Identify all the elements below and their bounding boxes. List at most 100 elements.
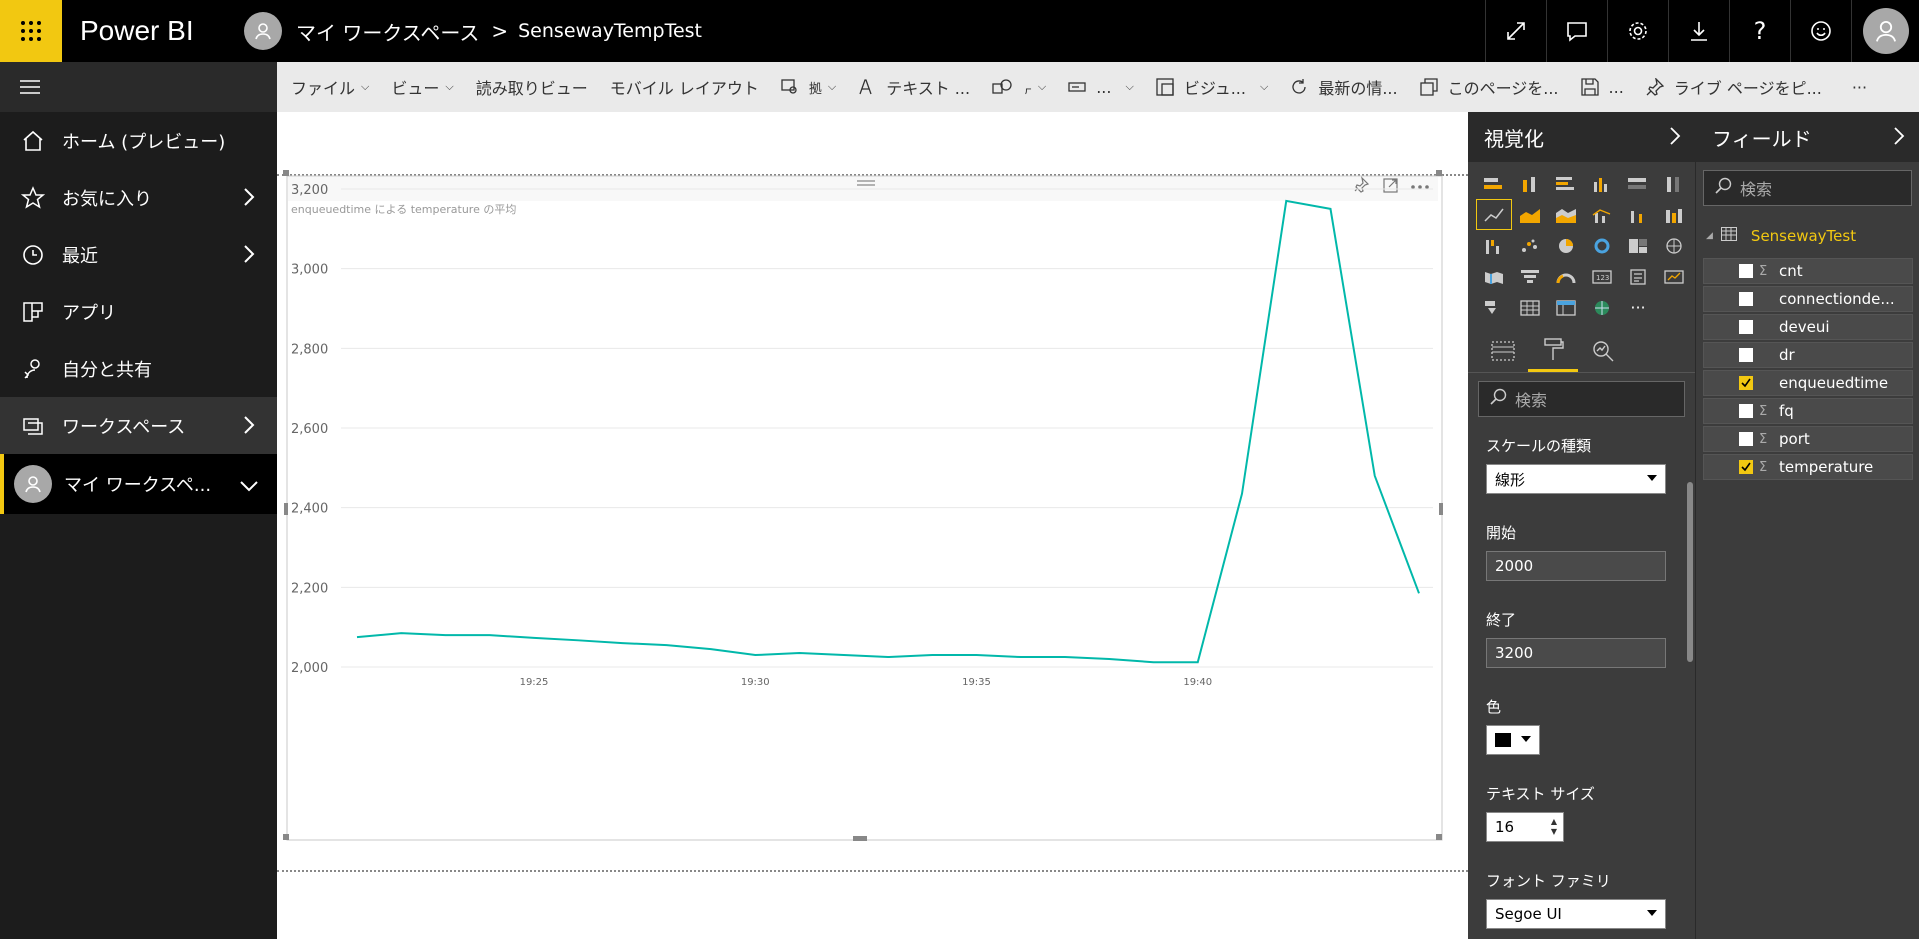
nav-favorites[interactable]: お気に入り <box>0 169 277 226</box>
field-item-deveui[interactable]: deveui <box>1703 314 1913 340</box>
field-checkbox[interactable] <box>1739 320 1753 334</box>
nav-hamburger-icon[interactable] <box>0 62 277 112</box>
multi-row-card-icon[interactable] <box>1620 261 1656 292</box>
color-picker[interactable] <box>1486 725 1540 755</box>
end-input[interactable]: 3200 <box>1486 638 1666 668</box>
explore-button[interactable]: 拠 ⌵ <box>781 78 836 97</box>
clustered-column-icon[interactable] <box>1584 168 1620 199</box>
donut-chart-icon[interactable] <box>1584 230 1620 261</box>
field-item-port[interactable]: Σport <box>1703 426 1913 452</box>
gauge-icon[interactable] <box>1548 261 1584 292</box>
text-box-button[interactable]: テキスト ... <box>858 75 970 99</box>
shapes-icon <box>992 78 1014 96</box>
fields-tab-icon[interactable] <box>1478 329 1528 372</box>
save-icon <box>1580 78 1599 96</box>
funnel-icon[interactable] <box>1512 261 1548 292</box>
viz-scrollbar[interactable] <box>1687 482 1693 662</box>
field-checkbox[interactable] <box>1739 348 1753 362</box>
scale-type-dropdown[interactable]: 線形 <box>1486 464 1666 494</box>
chevron-down-icon: ⌵ <box>1259 80 1269 93</box>
filled-map-icon[interactable] <box>1476 261 1512 292</box>
pin-page-button[interactable]: このページを... <box>1419 75 1559 99</box>
app-title[interactable]: Power BI <box>80 15 208 47</box>
more-visuals-icon[interactable]: ··· <box>1620 292 1656 323</box>
download-icon[interactable] <box>1668 0 1729 62</box>
comment-icon[interactable] <box>1546 0 1607 62</box>
fields-search-input[interactable]: 検索 <box>1703 170 1912 206</box>
line-column-icon[interactable] <box>1584 199 1620 230</box>
matrix-icon[interactable] <box>1548 292 1584 323</box>
reading-view-button[interactable]: 読み取りビュー <box>476 75 588 99</box>
refresh-icon <box>1290 78 1308 96</box>
button-menu[interactable]: ... ⌵ <box>1068 78 1134 97</box>
line-stacked-column-icon[interactable] <box>1620 199 1656 230</box>
nav-recent[interactable]: 最近 <box>0 226 277 283</box>
collapse-chevron-icon[interactable] <box>1669 126 1681 151</box>
field-checkbox[interactable] <box>1739 460 1753 474</box>
fullscreen-icon[interactable] <box>1485 0 1546 62</box>
pin-live-page-button[interactable]: ライブ ページをピ... <box>1646 75 1822 99</box>
table-sensewaytest[interactable]: ◢ SensewayTest <box>1696 214 1919 258</box>
arcgis-globe-icon[interactable] <box>1584 292 1620 323</box>
field-item-connectionde[interactable]: connectionde... <box>1703 286 1913 312</box>
card-icon[interactable]: 123 <box>1584 261 1620 292</box>
viz-search-input[interactable]: 検索 <box>1478 381 1685 417</box>
save-button[interactable]: ... <box>1580 78 1624 97</box>
feedback-smiley-icon[interactable] <box>1790 0 1851 62</box>
app-launcher-icon[interactable] <box>0 0 62 62</box>
more-options-button[interactable]: ··· <box>1852 78 1867 97</box>
area-chart-icon[interactable] <box>1512 199 1548 230</box>
field-checkbox[interactable] <box>1739 264 1753 278</box>
stacked-area-icon[interactable] <box>1548 199 1584 230</box>
stacked-column-icon[interactable] <box>1512 168 1548 199</box>
field-item-dr[interactable]: dr <box>1703 342 1913 368</box>
stacked-bar-icon[interactable] <box>1476 168 1512 199</box>
mobile-layout-button[interactable]: モバイル レイアウト <box>610 75 759 99</box>
waterfall-icon[interactable] <box>1476 230 1512 261</box>
breadcrumb-workspace[interactable]: マイ ワークスペース <box>296 17 479 46</box>
pie-chart-icon[interactable] <box>1548 230 1584 261</box>
refresh-button[interactable]: 最新の情... <box>1290 75 1398 99</box>
treemap-icon[interactable] <box>1620 230 1656 261</box>
map-globe-icon[interactable] <box>1656 230 1692 261</box>
text-size-stepper[interactable]: 16 ▲ ▼ <box>1486 812 1564 842</box>
nav-workspaces[interactable]: ワークスペース <box>0 397 277 454</box>
table-icon[interactable] <box>1512 292 1548 323</box>
100-stacked-column-icon[interactable] <box>1656 168 1692 199</box>
shapes-button[interactable]: ㆷ ⌵ <box>992 78 1046 97</box>
help-icon[interactable]: ? <box>1729 0 1790 62</box>
file-menu[interactable]: ファイル ⌵ <box>291 75 369 99</box>
field-checkbox[interactable] <box>1739 292 1753 306</box>
nav-shared[interactable]: 自分と共有 <box>0 340 277 397</box>
field-item-temperature[interactable]: Σtemperature <box>1703 454 1913 480</box>
visual-interactions-button[interactable]: ビジュ... ⌵ <box>1156 75 1268 99</box>
nav-home[interactable]: ホーム (プレビュー) <box>0 112 277 169</box>
field-checkbox[interactable] <box>1739 404 1753 418</box>
start-input[interactable]: 2000 <box>1486 551 1666 581</box>
view-menu[interactable]: ビュー ⌵ <box>391 75 453 99</box>
clustered-bar-icon[interactable] <box>1548 168 1584 199</box>
top-bar: Power BI マイ ワークスペース > SensewayTempTest ? <box>0 0 1919 62</box>
account-avatar[interactable] <box>1851 0 1919 62</box>
field-checkbox[interactable] <box>1739 432 1753 446</box>
chart-title: enqueuedtime による temperature の平均 <box>291 203 516 216</box>
line-chart-visual[interactable]: enqueuedtime による temperature の平均 2,000 2,… <box>283 170 1443 843</box>
font-family-dropdown[interactable]: Segoe UI <box>1486 899 1666 929</box>
kpi-icon[interactable] <box>1656 261 1692 292</box>
field-checkbox[interactable] <box>1739 376 1753 390</box>
format-paint-roller-icon[interactable] <box>1528 329 1578 372</box>
line-chart-icon[interactable] <box>1476 199 1512 230</box>
settings-gear-icon[interactable] <box>1607 0 1668 62</box>
ribbon-chart-icon[interactable] <box>1656 199 1692 230</box>
field-item-fq[interactable]: Σfq <box>1703 398 1913 424</box>
100-stacked-bar-icon[interactable] <box>1620 168 1656 199</box>
field-item-enqueuedtime[interactable]: enqueuedtime <box>1703 370 1913 396</box>
collapse-chevron-icon[interactable] <box>1893 126 1905 151</box>
scatter-icon[interactable] <box>1512 230 1548 261</box>
nav-apps[interactable]: アプリ <box>0 283 277 340</box>
analytics-magnifier-icon[interactable] <box>1578 329 1628 372</box>
nav-my-workspace[interactable]: マイ ワークスペ... <box>0 454 277 514</box>
field-item-cnt[interactable]: Σcnt <box>1703 258 1913 284</box>
breadcrumb-report[interactable]: SensewayTempTest <box>518 20 702 42</box>
slicer-icon[interactable] <box>1476 292 1512 323</box>
